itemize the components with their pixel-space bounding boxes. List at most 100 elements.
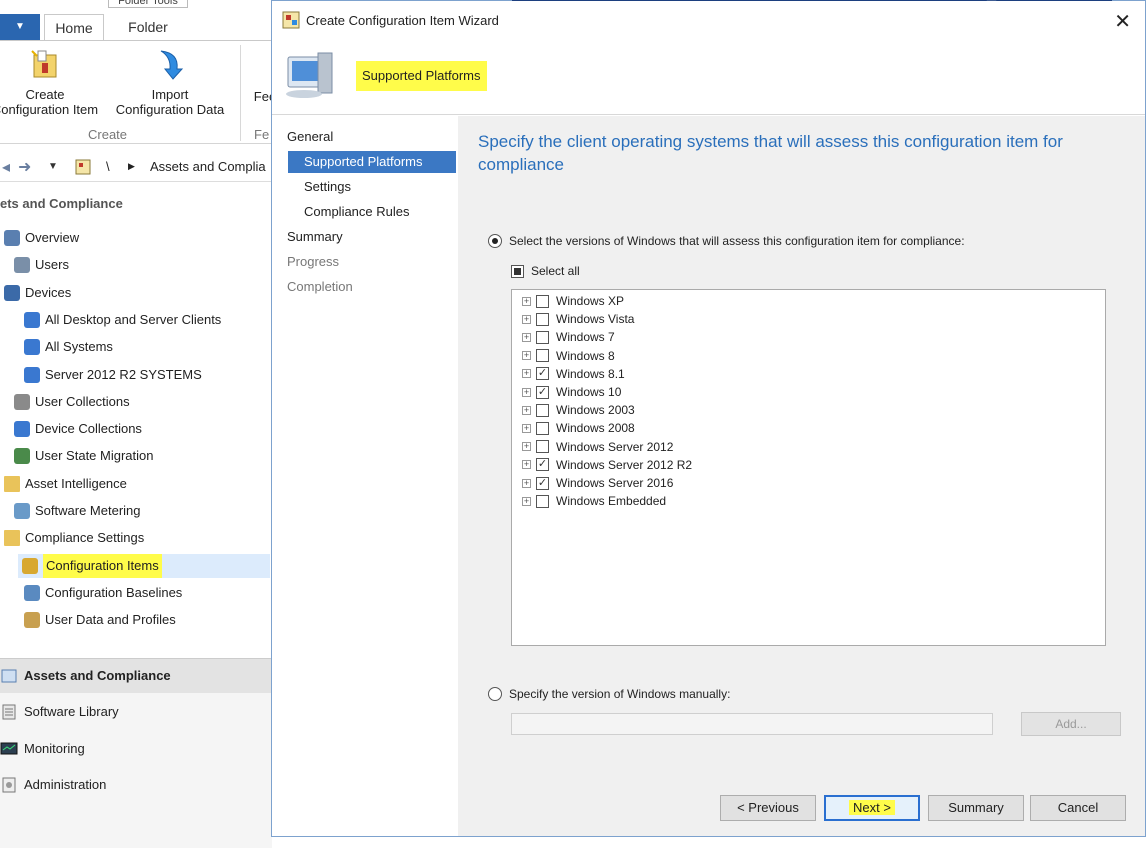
wizard-step: Completion	[287, 279, 353, 294]
checkbox-unchecked[interactable]	[536, 494, 549, 508]
tree-item[interactable]: Device Collections	[14, 417, 142, 441]
previous-button[interactable]: < Previous	[720, 795, 816, 821]
radio-specify-manually[interactable]: Specify the version of Windows manually:	[488, 687, 730, 701]
os-list-item[interactable]: + Windows Server 2012	[522, 438, 673, 456]
workspace-assets-and-compliance[interactable]: Assets and Compliance	[0, 659, 272, 693]
checkbox-checked[interactable]: ✓	[536, 476, 549, 490]
checkbox-unchecked[interactable]	[536, 421, 549, 435]
os-list-item[interactable]: + Windows XP	[522, 292, 624, 310]
folder-icon	[4, 475, 20, 492]
tree-item-label: Configuration Items	[43, 553, 162, 578]
workspace-label: Assets and Compliance	[24, 668, 171, 683]
folder-icon	[4, 530, 20, 547]
tree-item[interactable]: Asset Intelligence	[4, 472, 127, 496]
workspace-monitoring[interactable]: Monitoring	[0, 732, 272, 766]
checkbox-unchecked[interactable]	[536, 330, 549, 344]
expand-icon[interactable]: +	[522, 296, 531, 306]
ribbon-group-fe: Fe	[254, 127, 270, 142]
select-all-box[interactable]	[511, 264, 524, 278]
checkbox-checked[interactable]: ✓	[536, 458, 549, 472]
breadcrumb[interactable]: Assets and Complia	[150, 159, 266, 174]
expand-icon[interactable]: +	[522, 423, 531, 433]
tab-home[interactable]: Home	[44, 14, 104, 41]
tree-item[interactable]: Configuration Baselines	[24, 581, 182, 605]
import-configuration-data-button[interactable]: Import Configuration Data	[110, 47, 230, 117]
create-configuration-item-button[interactable]: Create Configuration Item	[0, 47, 100, 117]
select-all-checkbox[interactable]: Select all	[511, 264, 580, 278]
tree-item[interactable]: User State Migration	[14, 444, 154, 468]
radio-select-versions[interactable]: Select the versions of Windows that will…	[488, 234, 965, 248]
expand-icon[interactable]: +	[522, 314, 531, 324]
tree-item[interactable]: Server 2012 R2 SYSTEMS	[24, 363, 202, 387]
workspace-label: Software Library	[24, 704, 119, 719]
os-list-item[interactable]: + ✓ Windows Server 2012 R2	[522, 456, 692, 474]
devices-icon	[4, 284, 20, 301]
tree-item[interactable]: Devices	[4, 281, 71, 305]
os-label: Windows 8.1	[556, 366, 625, 381]
wizard-step: Summary	[287, 229, 343, 244]
workspace-switcher: Assets and Compliance Software Library M…	[0, 658, 272, 848]
expand-icon[interactable]: +	[522, 405, 531, 415]
next-button[interactable]: Next >	[824, 795, 920, 821]
os-list-item[interactable]: + Windows 2003	[522, 401, 635, 419]
os-label: Windows 2003	[556, 403, 635, 418]
summary-button[interactable]: Summary	[928, 795, 1024, 821]
forward-icon[interactable]: ➜	[18, 157, 31, 177]
tree-item[interactable]: User Collections	[14, 390, 130, 414]
workspace-label: Monitoring	[24, 741, 85, 756]
tree-item[interactable]: Software Metering	[14, 499, 141, 523]
expand-icon[interactable]: +	[522, 496, 531, 506]
tree-item[interactable]: All Systems	[24, 335, 113, 359]
tree-item[interactable]: Users	[14, 253, 69, 277]
address-bar: ◂ ➜ ▼ \ ▶ Assets and Complia	[0, 152, 272, 182]
checkbox-checked[interactable]: ✓	[536, 367, 549, 381]
overview-icon	[4, 230, 20, 246]
os-list-item[interactable]: + Windows Embedded	[522, 492, 666, 510]
tab-folder[interactable]: Folder	[112, 14, 184, 41]
expand-icon[interactable]: +	[522, 442, 531, 452]
history-dropdown-icon[interactable]: ▼	[48, 161, 58, 172]
tree-item[interactable]: All Desktop and Server Clients	[24, 308, 221, 332]
os-list-item[interactable]: + Windows 7	[522, 328, 615, 346]
os-list-item[interactable]: + Windows 2008	[522, 419, 635, 437]
checkbox-unchecked[interactable]	[536, 294, 549, 308]
expand-icon[interactable]: +	[522, 460, 531, 470]
next-label: Next >	[849, 800, 895, 815]
checkbox-unchecked[interactable]	[536, 403, 549, 417]
expand-icon[interactable]: +	[522, 369, 531, 379]
console-window: ▼ Folder Tools Home Folder Create Config…	[0, 0, 276, 848]
cancel-button[interactable]: Cancel	[1030, 795, 1126, 821]
os-list-item[interactable]: + ✓ Windows Server 2016	[522, 474, 673, 492]
os-list-item[interactable]: + ✓ Windows 10	[522, 383, 621, 401]
monitoring-icon	[0, 742, 18, 755]
checkbox-unchecked[interactable]	[536, 312, 549, 326]
radio-button-selected[interactable]	[488, 234, 502, 248]
file-menu-button[interactable]: ▼	[0, 14, 40, 40]
close-wizard-icon[interactable]: ✕	[1114, 9, 1131, 34]
checkbox-unchecked[interactable]	[536, 440, 549, 454]
workspace-software-library[interactable]: Software Library	[0, 695, 272, 729]
user-collections-icon	[14, 393, 30, 410]
radio-button-unselected[interactable]	[488, 687, 502, 701]
tree-item[interactable]: User Data and Profiles	[24, 608, 176, 632]
tree-item[interactable]: Configuration Items	[18, 553, 270, 578]
tree-item[interactable]: Overview	[4, 226, 79, 250]
manual-version-input[interactable]	[511, 713, 993, 735]
expand-icon[interactable]: +	[522, 478, 531, 488]
workspace-administration[interactable]: Administration	[0, 768, 272, 802]
os-list-item[interactable]: + Windows 8	[522, 347, 615, 365]
checkbox-unchecked[interactable]	[536, 349, 549, 363]
expand-icon[interactable]: +	[522, 351, 531, 361]
os-list-item[interactable]: + ✓ Windows 8.1	[522, 365, 625, 383]
expand-icon[interactable]: +	[522, 332, 531, 342]
os-list-item[interactable]: + Windows Vista	[522, 310, 634, 328]
tree-item-label: Overview	[25, 230, 80, 245]
checkbox-checked[interactable]: ✓	[536, 385, 549, 399]
tree-item[interactable]: Compliance Settings	[4, 526, 144, 550]
tree-item-label: Server 2012 R2 SYSTEMS	[45, 366, 202, 382]
expand-icon[interactable]: +	[522, 387, 531, 397]
back-icon[interactable]: ◂	[2, 157, 10, 177]
add-button[interactable]: Add...	[1021, 712, 1121, 736]
os-version-list[interactable]: + Windows XP + Windows Vista + Windows 7 + Wind…	[511, 289, 1106, 646]
breadcrumb-arrow-icon[interactable]: ▶	[128, 161, 135, 172]
